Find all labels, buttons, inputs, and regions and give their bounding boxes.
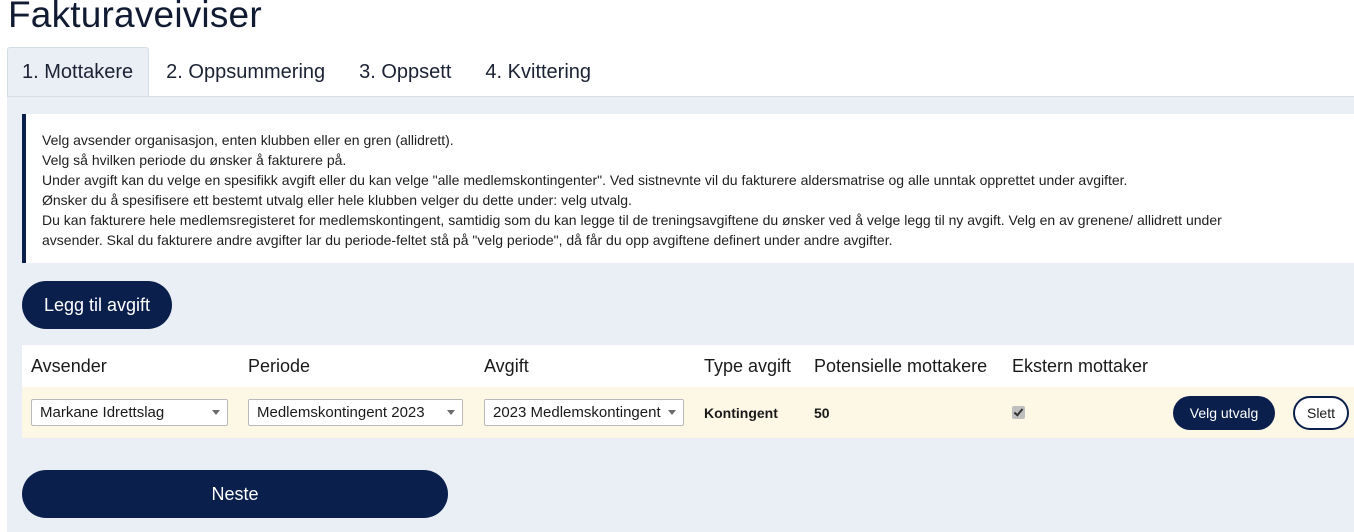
tab-mottakere[interactable]: 1. Mottakere (7, 47, 150, 97)
wizard-tabs: 1. Mottakere 2. Oppsummering 3. Oppsett … (7, 47, 608, 97)
header-external-recipient: Ekstern mottaker (1012, 356, 1149, 376)
instruction-line: Du kan fakturere hele medlemsregisteret … (42, 212, 1222, 228)
chevron-down-icon (212, 410, 220, 415)
sender-select[interactable]: Markane Idrettslag (31, 399, 228, 426)
fee-table-header: Avsender Periode Avgift Type avgift Pote… (22, 345, 1354, 387)
header-fee: Avgift (484, 356, 529, 376)
checkmark-icon (1013, 406, 1024, 417)
period-select[interactable]: Medlemskontingent 2023 (248, 399, 463, 426)
page-title: Fakturaveiviser (8, 0, 262, 35)
period-select-value: Medlemskontingent 2023 (257, 404, 425, 421)
tab-panel: Velg avsender organisasjon, enten klubbe… (7, 96, 1354, 532)
external-recipient-checkbox[interactable] (1012, 406, 1025, 419)
tab-oppsett[interactable]: 3. Oppsett (342, 47, 468, 97)
header-fee-type: Type avgift (704, 356, 792, 376)
instruction-line: Velg så hvilken periode du ønsker å fakt… (42, 152, 347, 168)
select-group-button[interactable]: Velg utvalg (1173, 396, 1275, 430)
header-potential-recipients: Potensielle mottakere (814, 356, 988, 376)
tab-kvittering[interactable]: 4. Kvittering (468, 47, 608, 97)
table-row: Markane Idrettslag Medlemskontingent 202… (22, 387, 1354, 438)
header-sender: Avsender (31, 356, 107, 376)
next-button[interactable]: Neste (22, 470, 448, 518)
header-period: Periode (248, 356, 311, 376)
fee-select-value: 2023 Medlemskontingent (493, 404, 661, 421)
fee-select[interactable]: 2023 Medlemskontingent (484, 399, 684, 426)
instruction-line: Velg avsender organisasjon, enten klubbe… (42, 132, 454, 148)
potential-recipients-value: 50 (814, 405, 830, 421)
fee-type-value: Kontingent (704, 405, 778, 421)
sender-select-value: Markane Idrettslag (40, 404, 165, 421)
instructions-box: Velg avsender organisasjon, enten klubbe… (22, 114, 1354, 263)
instruction-line: Ønsker du å spesifisere ett bestemt utva… (42, 192, 632, 208)
delete-row-button[interactable]: Slett (1293, 396, 1349, 430)
tab-oppsummering[interactable]: 2. Oppsummering (149, 47, 342, 97)
chevron-down-icon (668, 410, 676, 415)
add-fee-button[interactable]: Legg til avgift (22, 281, 172, 329)
chevron-down-icon (447, 410, 455, 415)
instruction-line: avsender. Skal du fakturere andre avgift… (42, 232, 893, 248)
instruction-line: Under avgift kan du velge en spesifikk a… (42, 172, 1128, 188)
fee-table: Avsender Periode Avgift Type avgift Pote… (22, 345, 1354, 438)
